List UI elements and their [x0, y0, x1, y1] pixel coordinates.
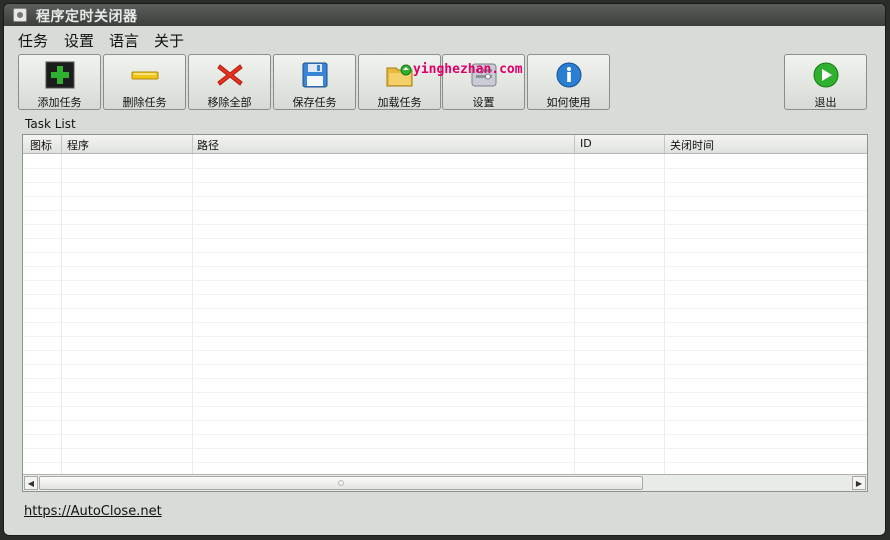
watermark-text: yinghezhan.com — [413, 62, 523, 77]
column-divider — [664, 154, 665, 474]
column-header-path[interactable]: 路径 — [197, 137, 219, 153]
row-line — [23, 350, 867, 351]
add-task-label: 添加任务 — [37, 96, 82, 109]
remove-all-label: 移除全部 — [207, 96, 252, 109]
row-line — [23, 406, 867, 407]
exit-button[interactable]: 退出 — [784, 54, 867, 110]
website-link[interactable]: https://AutoClose.net — [24, 504, 162, 519]
app-window: 程序定时关闭器 任务 设置 语言 关于 添加任务 删除任务 移除全部 保存任务 … — [3, 3, 886, 536]
scroll-right-icon[interactable]: ▶ — [852, 476, 866, 490]
column-divider — [192, 154, 193, 474]
row-line — [23, 448, 867, 449]
window-title: 程序定时关闭器 — [36, 9, 138, 25]
row-line — [23, 392, 867, 393]
horizontal-scrollbar[interactable]: ◀ ▶ — [23, 474, 867, 491]
row-line — [23, 378, 867, 379]
how-to-use-button[interactable]: 如何使用 — [527, 54, 610, 110]
remove-icon — [130, 61, 160, 89]
row-line — [23, 420, 867, 421]
row-line — [23, 196, 867, 197]
how-to-use-label: 如何使用 — [546, 96, 591, 109]
grip-icon — [338, 480, 344, 486]
menu-language[interactable]: 语言 — [109, 30, 139, 51]
row-line — [23, 280, 867, 281]
add-task-button[interactable]: 添加任务 — [18, 54, 101, 110]
remove-all-button[interactable]: 移除全部 — [188, 54, 271, 110]
column-divider — [664, 135, 665, 153]
column-divider — [574, 135, 575, 153]
load-task-label: 加载任务 — [377, 96, 422, 109]
row-line — [23, 322, 867, 323]
remove-task-button[interactable]: 删除任务 — [103, 54, 186, 110]
title-bar[interactable]: 程序定时关闭器 — [4, 4, 885, 26]
row-line — [23, 210, 867, 211]
column-header-close-time[interactable]: 关闭时间 — [670, 137, 714, 153]
menu-about[interactable]: 关于 — [154, 30, 184, 51]
scroll-thumb[interactable] — [39, 476, 643, 490]
menu-tasks[interactable]: 任务 — [18, 30, 48, 51]
info-icon — [554, 61, 584, 89]
table-body — [23, 154, 867, 474]
save-task-label: 保存任务 — [292, 96, 337, 109]
task-list-label: Task List — [25, 117, 76, 131]
menu-bar: 任务 设置 语言 关于 — [4, 26, 885, 52]
row-line — [23, 308, 867, 309]
column-header-id[interactable]: ID — [580, 137, 592, 150]
row-line — [23, 434, 867, 435]
column-header-program[interactable]: 程序 — [67, 137, 89, 153]
column-divider — [61, 135, 62, 153]
delete-all-icon — [215, 61, 245, 89]
add-icon — [45, 61, 75, 89]
load-folder-icon — [385, 61, 415, 89]
column-divider — [192, 135, 193, 153]
remove-task-label: 删除任务 — [122, 96, 167, 109]
save-icon — [300, 61, 330, 89]
menu-settings[interactable]: 设置 — [64, 30, 94, 51]
row-line — [23, 462, 867, 463]
row-line — [23, 182, 867, 183]
table-header: 图标 程序 路径 ID 关闭时间 — [23, 135, 867, 154]
task-table[interactable]: 图标 程序 路径 ID 关闭时间 ◀ ▶ — [22, 134, 868, 492]
column-divider — [574, 154, 575, 474]
settings-label: 设置 — [472, 96, 495, 109]
row-line — [23, 364, 867, 365]
app-icon — [13, 8, 27, 22]
row-line — [23, 252, 867, 253]
exit-icon — [811, 61, 841, 89]
row-line — [23, 224, 867, 225]
row-line — [23, 238, 867, 239]
column-header-icon[interactable]: 图标 — [30, 137, 52, 153]
scroll-left-icon[interactable]: ◀ — [24, 476, 38, 490]
row-line — [23, 266, 867, 267]
exit-label: 退出 — [814, 96, 837, 109]
save-task-button[interactable]: 保存任务 — [273, 54, 356, 110]
column-divider — [61, 154, 62, 474]
row-line — [23, 336, 867, 337]
row-line — [23, 168, 867, 169]
row-line — [23, 294, 867, 295]
